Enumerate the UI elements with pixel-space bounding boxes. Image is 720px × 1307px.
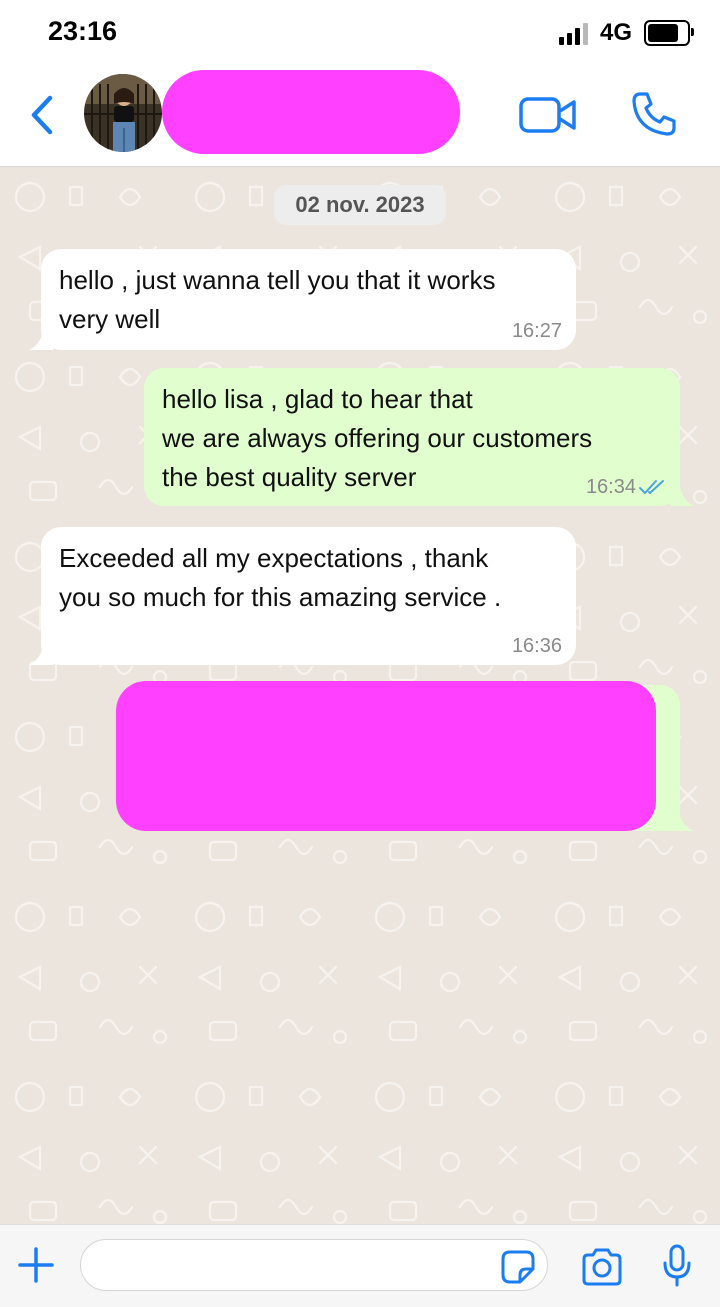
status-bar: 23:16 4G (0, 0, 720, 66)
message-time: 16:27 (511, 320, 562, 342)
status-time: 23:16 (48, 16, 118, 46)
phone-icon (632, 92, 676, 136)
attach-button[interactable] (16, 1245, 56, 1285)
bubble-tail (29, 330, 53, 350)
incoming-message[interactable]: hello , just wanna tell you that it work… (29, 249, 576, 350)
sticker-icon (501, 1250, 535, 1284)
bubble-tail (664, 807, 694, 831)
video-call-button[interactable] (518, 94, 578, 136)
signal-strength-icon (558, 21, 588, 45)
plus-icon (18, 1247, 54, 1283)
message-input[interactable] (80, 1239, 548, 1291)
outgoing-message-redacted[interactable] (116, 681, 694, 831)
bubble-tail (670, 486, 694, 506)
outgoing-message[interactable]: hello lisa , glad to hear that we are al… (144, 368, 694, 506)
message-time: 16:34 (585, 476, 636, 498)
message-time: 16:36 (511, 635, 562, 657)
date-separator: 02 nov. 2023 (274, 185, 446, 225)
status-indicators: 4G (558, 18, 694, 48)
contact-avatar[interactable] (84, 74, 162, 152)
message-text: Exceeded all my expectations , thank you… (59, 543, 502, 612)
microphone-icon (663, 1244, 691, 1287)
back-button[interactable] (24, 92, 64, 138)
redaction-block (116, 681, 656, 831)
voice-note-button[interactable] (662, 1243, 692, 1289)
battery-icon (644, 20, 694, 46)
double-check-read-icon (639, 480, 664, 494)
chat-header (0, 66, 720, 167)
camera-button[interactable] (580, 1247, 624, 1287)
message-composer (0, 1224, 720, 1307)
network-type: 4G (599, 19, 632, 46)
video-camera-icon (519, 97, 576, 133)
incoming-message[interactable]: Exceeded all my expectations , thank you… (29, 527, 576, 665)
camera-icon (582, 1248, 622, 1286)
chevron-left-icon (31, 95, 53, 135)
message-text: hello , just wanna tell you that it work… (59, 265, 496, 334)
voice-call-button[interactable] (630, 90, 678, 138)
chat-area[interactable]: 02 nov. 2023 hello , just wanna tell you… (0, 167, 720, 1224)
sticker-button[interactable] (500, 1249, 536, 1285)
bubble-tail (29, 645, 53, 665)
contact-name-redacted[interactable] (162, 70, 460, 154)
